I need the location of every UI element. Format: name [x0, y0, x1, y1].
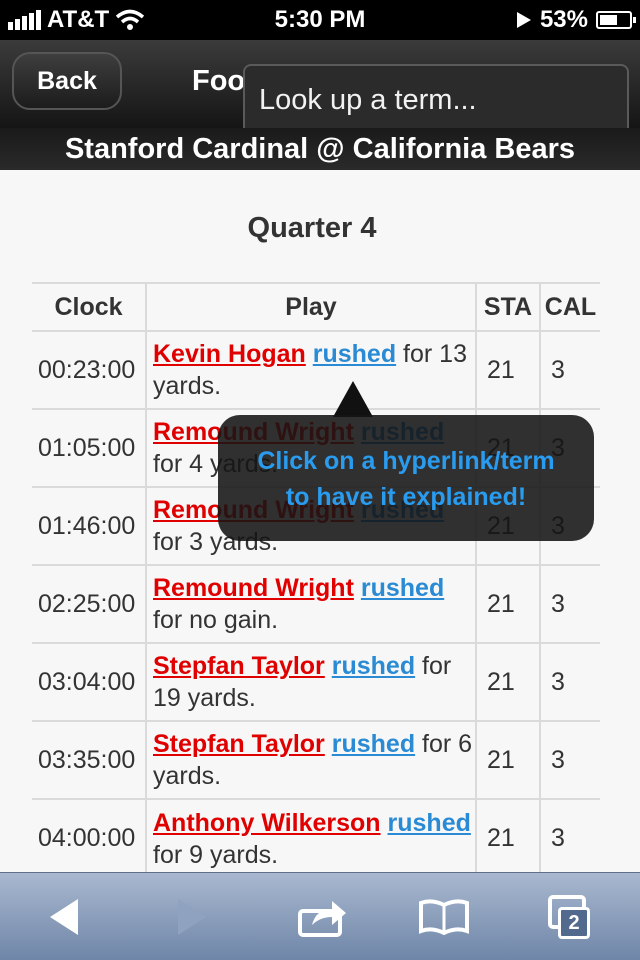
- clock-cell: 01:05:00: [32, 408, 146, 487]
- player-link[interactable]: Anthony Wilkerson: [153, 809, 381, 837]
- play-cell: Kevin Hogan rushed for 13 yards.: [145, 330, 476, 409]
- player-link[interactable]: Stepfan Taylor: [153, 730, 325, 758]
- clock-cell: 03:35:00: [32, 720, 146, 799]
- clock-cell: 04:00:00: [32, 798, 146, 872]
- term-link[interactable]: rushed: [361, 574, 444, 602]
- sta-score-cell: 21: [475, 330, 540, 409]
- header-sta: STA: [475, 282, 540, 331]
- battery-icon: [596, 11, 636, 29]
- browser-toolbar: 2: [0, 872, 640, 960]
- header-cal: CAL: [539, 282, 600, 331]
- plays-table: Clock Play STA CAL 00:23:00 Kevin Hogan …: [32, 282, 600, 872]
- cal-score-cell: 3: [539, 720, 600, 799]
- term-link[interactable]: rushed: [332, 652, 415, 680]
- bookmarks-icon: [419, 899, 469, 935]
- clock-cell: 00:23:00: [32, 330, 146, 409]
- sta-score-cell: 21: [475, 564, 540, 643]
- clock-cell: 01:46:00: [32, 486, 146, 565]
- play-cell: Stepfan Taylor rushed for 19 yards.: [145, 642, 476, 721]
- player-link[interactable]: Kevin Hogan: [153, 340, 306, 368]
- play-cell: Anthony Wilkerson rushed for 9 yards.: [145, 798, 476, 872]
- sta-score-cell: 21: [475, 720, 540, 799]
- quarter-title: Quarter 4: [247, 212, 377, 244]
- play-cell: Remound Wright rushed for no gain.: [145, 564, 476, 643]
- bookmarks-button[interactable]: [404, 873, 484, 960]
- term-link[interactable]: rushed: [313, 340, 396, 368]
- tooltip-line-1: Click on a hyperlink/term: [257, 447, 555, 475]
- sta-score-cell: 21: [475, 642, 540, 721]
- share-icon: [298, 901, 346, 937]
- term-link[interactable]: rushed: [388, 809, 471, 837]
- table-row: 03:04:00 Stepfan Taylor rushed for 19 ya…: [32, 642, 600, 721]
- play-cell: Stepfan Taylor rushed for 6 yards.: [145, 720, 476, 799]
- battery-percent: 53%: [539, 6, 588, 33]
- table-row: 00:23:00 Kevin Hogan rushed for 13 yards…: [32, 330, 600, 409]
- header-clock: Clock: [32, 282, 146, 331]
- header-play: Play: [145, 282, 476, 331]
- cal-score-cell: 3: [539, 798, 600, 872]
- sta-score-cell: 21: [475, 798, 540, 872]
- tab-count-badge: 2: [558, 907, 590, 939]
- forward-arrow-button[interactable]: [152, 873, 232, 960]
- table-row: 04:00:00 Anthony Wilkerson rushed for 9 …: [32, 798, 600, 872]
- play-icon: [516, 12, 531, 28]
- play-text: for 9 yards.: [153, 840, 279, 869]
- table-row: 03:35:00 Stepfan Taylor rushed for 6 yar…: [32, 720, 600, 799]
- cal-score-cell: 3: [539, 564, 600, 643]
- game-header: Stanford Cardinal @ California Bears: [0, 128, 640, 170]
- player-link[interactable]: Remound Wright: [153, 574, 354, 602]
- table-row: 02:25:00 Remound Wright rushed for no ga…: [32, 564, 600, 643]
- tooltip-arrow-icon: [333, 381, 373, 417]
- status-bar: AT&T 5:30 PM 53%: [0, 0, 640, 40]
- cal-score-cell: 3: [539, 330, 600, 409]
- play-text: for no gain.: [153, 606, 279, 634]
- back-arrow-button[interactable]: [24, 873, 104, 960]
- forward-arrow-icon: [178, 899, 206, 935]
- back-arrow-icon: [50, 899, 78, 935]
- clock-cell: 03:04:00: [32, 642, 146, 721]
- player-link[interactable]: Stepfan Taylor: [153, 652, 325, 680]
- term-link[interactable]: rushed: [332, 730, 415, 758]
- tabs-button[interactable]: 2: [532, 873, 612, 960]
- tooltip-line-2: to have it explained!: [285, 483, 527, 511]
- page-title: Foo: [192, 65, 246, 97]
- back-button[interactable]: Back: [12, 52, 122, 110]
- share-button[interactable]: [284, 873, 364, 960]
- cal-score-cell: 3: [539, 642, 600, 721]
- help-tooltip[interactable]: Click on a hyperlink/term to have it exp…: [218, 415, 594, 541]
- clock-cell: 02:25:00: [32, 564, 146, 643]
